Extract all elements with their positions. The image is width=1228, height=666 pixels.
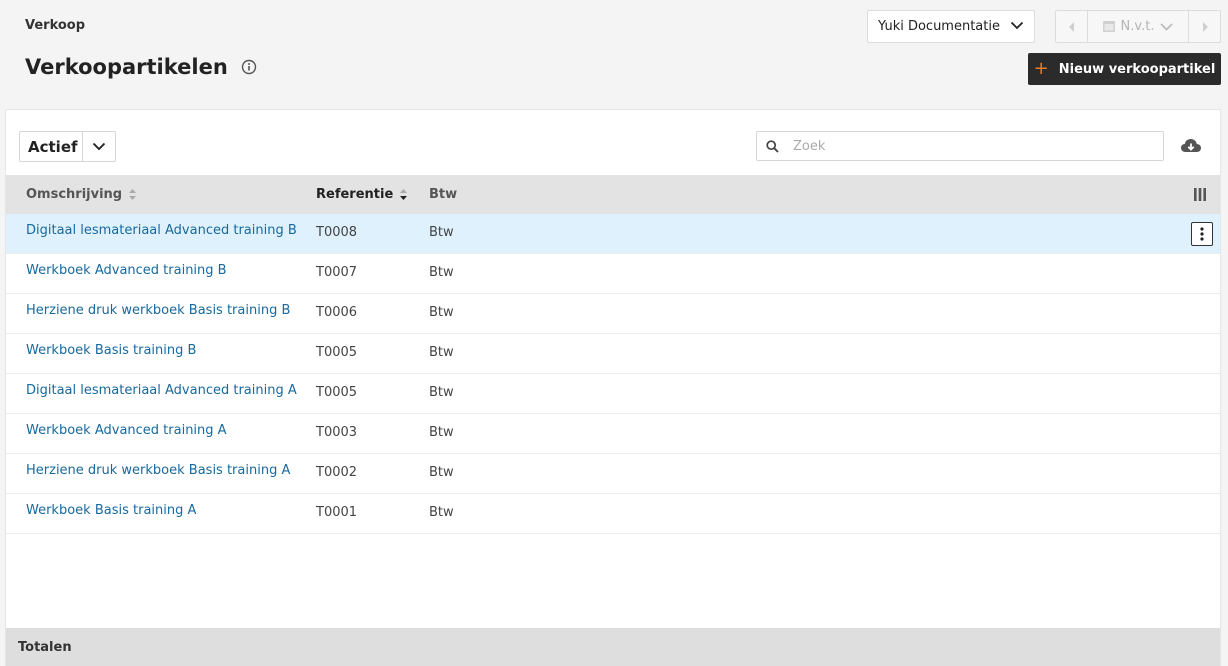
chevron-down-icon — [1160, 22, 1174, 31]
item-vat: Btw — [429, 385, 454, 400]
item-reference: T0002 — [316, 465, 358, 480]
item-vat: Btw — [429, 465, 454, 480]
column-header-label: Btw — [429, 187, 458, 202]
period-label: N.v.t. — [1120, 19, 1155, 34]
sort-icon — [129, 189, 137, 200]
totals-label: Totalen — [18, 640, 72, 655]
caret-left-icon — [1068, 21, 1074, 32]
column-chooser-icon[interactable] — [1194, 188, 1206, 201]
item-vat: Btw — [429, 505, 454, 520]
item-description-link[interactable]: Herziene druk werkboek Basis training B — [26, 303, 290, 318]
column-header-vat: Btw — [429, 175, 457, 214]
item-description-link[interactable]: Werkboek Advanced training A — [26, 423, 227, 438]
new-sales-item-label: Nieuw verkoopartikel — [1058, 61, 1216, 77]
table-row[interactable]: Werkboek Advanced training A T0003 Btw — [6, 414, 1220, 454]
status-filter-value: Actief — [28, 137, 78, 156]
status-filter[interactable]: Actief — [19, 131, 116, 162]
new-sales-item-button[interactable]: + Nieuw verkoopartikel — [1028, 53, 1221, 85]
sort-desc-icon — [400, 189, 408, 200]
item-reference: T0006 — [316, 305, 358, 320]
table-row[interactable]: Herziene druk werkboek Basis training B … — [6, 294, 1220, 334]
table-row[interactable]: Werkboek Advanced training B T0007 Btw — [6, 254, 1220, 294]
info-circle-icon[interactable] — [241, 59, 257, 75]
cloud-download-icon[interactable] — [1180, 136, 1202, 156]
table-row[interactable]: Werkboek Basis training A T0001 Btw — [6, 494, 1220, 534]
period-select[interactable]: N.v.t. — [1088, 19, 1188, 34]
item-vat: Btw — [429, 265, 454, 280]
item-vat: Btw — [429, 345, 454, 360]
item-vat: Btw — [429, 305, 454, 320]
item-description-link[interactable]: Werkboek Basis training A — [26, 503, 196, 518]
column-header-reference[interactable]: Referentie — [316, 175, 408, 214]
sales-items-panel: Actief Omschrijving Referentie — [5, 109, 1221, 666]
item-description-link[interactable]: Werkboek Advanced training B — [26, 263, 227, 278]
column-header-description[interactable]: Omschrijving — [26, 175, 137, 214]
administration-select-value: Yuki Documentatie — [878, 19, 1000, 34]
table-row[interactable]: Herziene druk werkboek Basis training A … — [6, 454, 1220, 494]
page-title: Verkoopartikelen — [25, 55, 228, 79]
row-actions-button[interactable] — [1191, 222, 1213, 246]
item-reference: T0005 — [316, 345, 358, 360]
column-header-label: Referentie — [316, 187, 394, 202]
item-description-link[interactable]: Digitaal lesmateriaal Advanced training … — [26, 223, 297, 238]
item-description-link[interactable]: Werkboek Basis training B — [26, 343, 196, 358]
search-icon — [766, 139, 779, 153]
breadcrumb[interactable]: Verkoop — [25, 18, 85, 33]
administration-select[interactable]: Yuki Documentatie — [867, 10, 1035, 43]
period-next-button[interactable] — [1188, 11, 1220, 42]
search-box — [756, 131, 1164, 161]
column-header-label: Omschrijving — [26, 187, 123, 202]
page-title-wrap: Verkoopartikelen — [25, 55, 257, 79]
calendar-icon — [1102, 21, 1115, 32]
table-row[interactable]: Digitaal lesmateriaal Advanced training … — [6, 374, 1220, 414]
table-row[interactable]: Werkboek Basis training B T0005 Btw — [6, 334, 1220, 374]
table-row[interactable]: Digitaal lesmateriaal Advanced training … — [6, 214, 1220, 254]
plus-icon: + — [1033, 58, 1049, 79]
item-description-link[interactable]: Digitaal lesmateriaal Advanced training … — [26, 383, 297, 398]
period-prev-button[interactable] — [1056, 11, 1088, 42]
more-vertical-icon — [1200, 227, 1204, 241]
caret-right-icon — [1202, 21, 1208, 32]
item-reference: T0003 — [316, 425, 358, 440]
table-body: Digitaal lesmateriaal Advanced training … — [6, 214, 1220, 534]
totals-bar: Totalen — [6, 628, 1220, 666]
item-vat: Btw — [429, 225, 454, 240]
chevron-down-icon — [92, 142, 106, 151]
table-header: Omschrijving Referentie Btw — [6, 175, 1220, 214]
chevron-down-icon — [1010, 19, 1024, 34]
period-navigator: N.v.t. — [1055, 10, 1221, 43]
item-description-link[interactable]: Herziene druk werkboek Basis training A — [26, 463, 290, 478]
item-reference: T0005 — [316, 385, 358, 400]
search-input[interactable] — [793, 138, 1153, 154]
item-reference: T0008 — [316, 225, 358, 240]
item-reference: T0001 — [316, 505, 358, 520]
status-filter-toggle[interactable] — [82, 132, 115, 161]
item-reference: T0007 — [316, 265, 358, 280]
item-vat: Btw — [429, 425, 454, 440]
